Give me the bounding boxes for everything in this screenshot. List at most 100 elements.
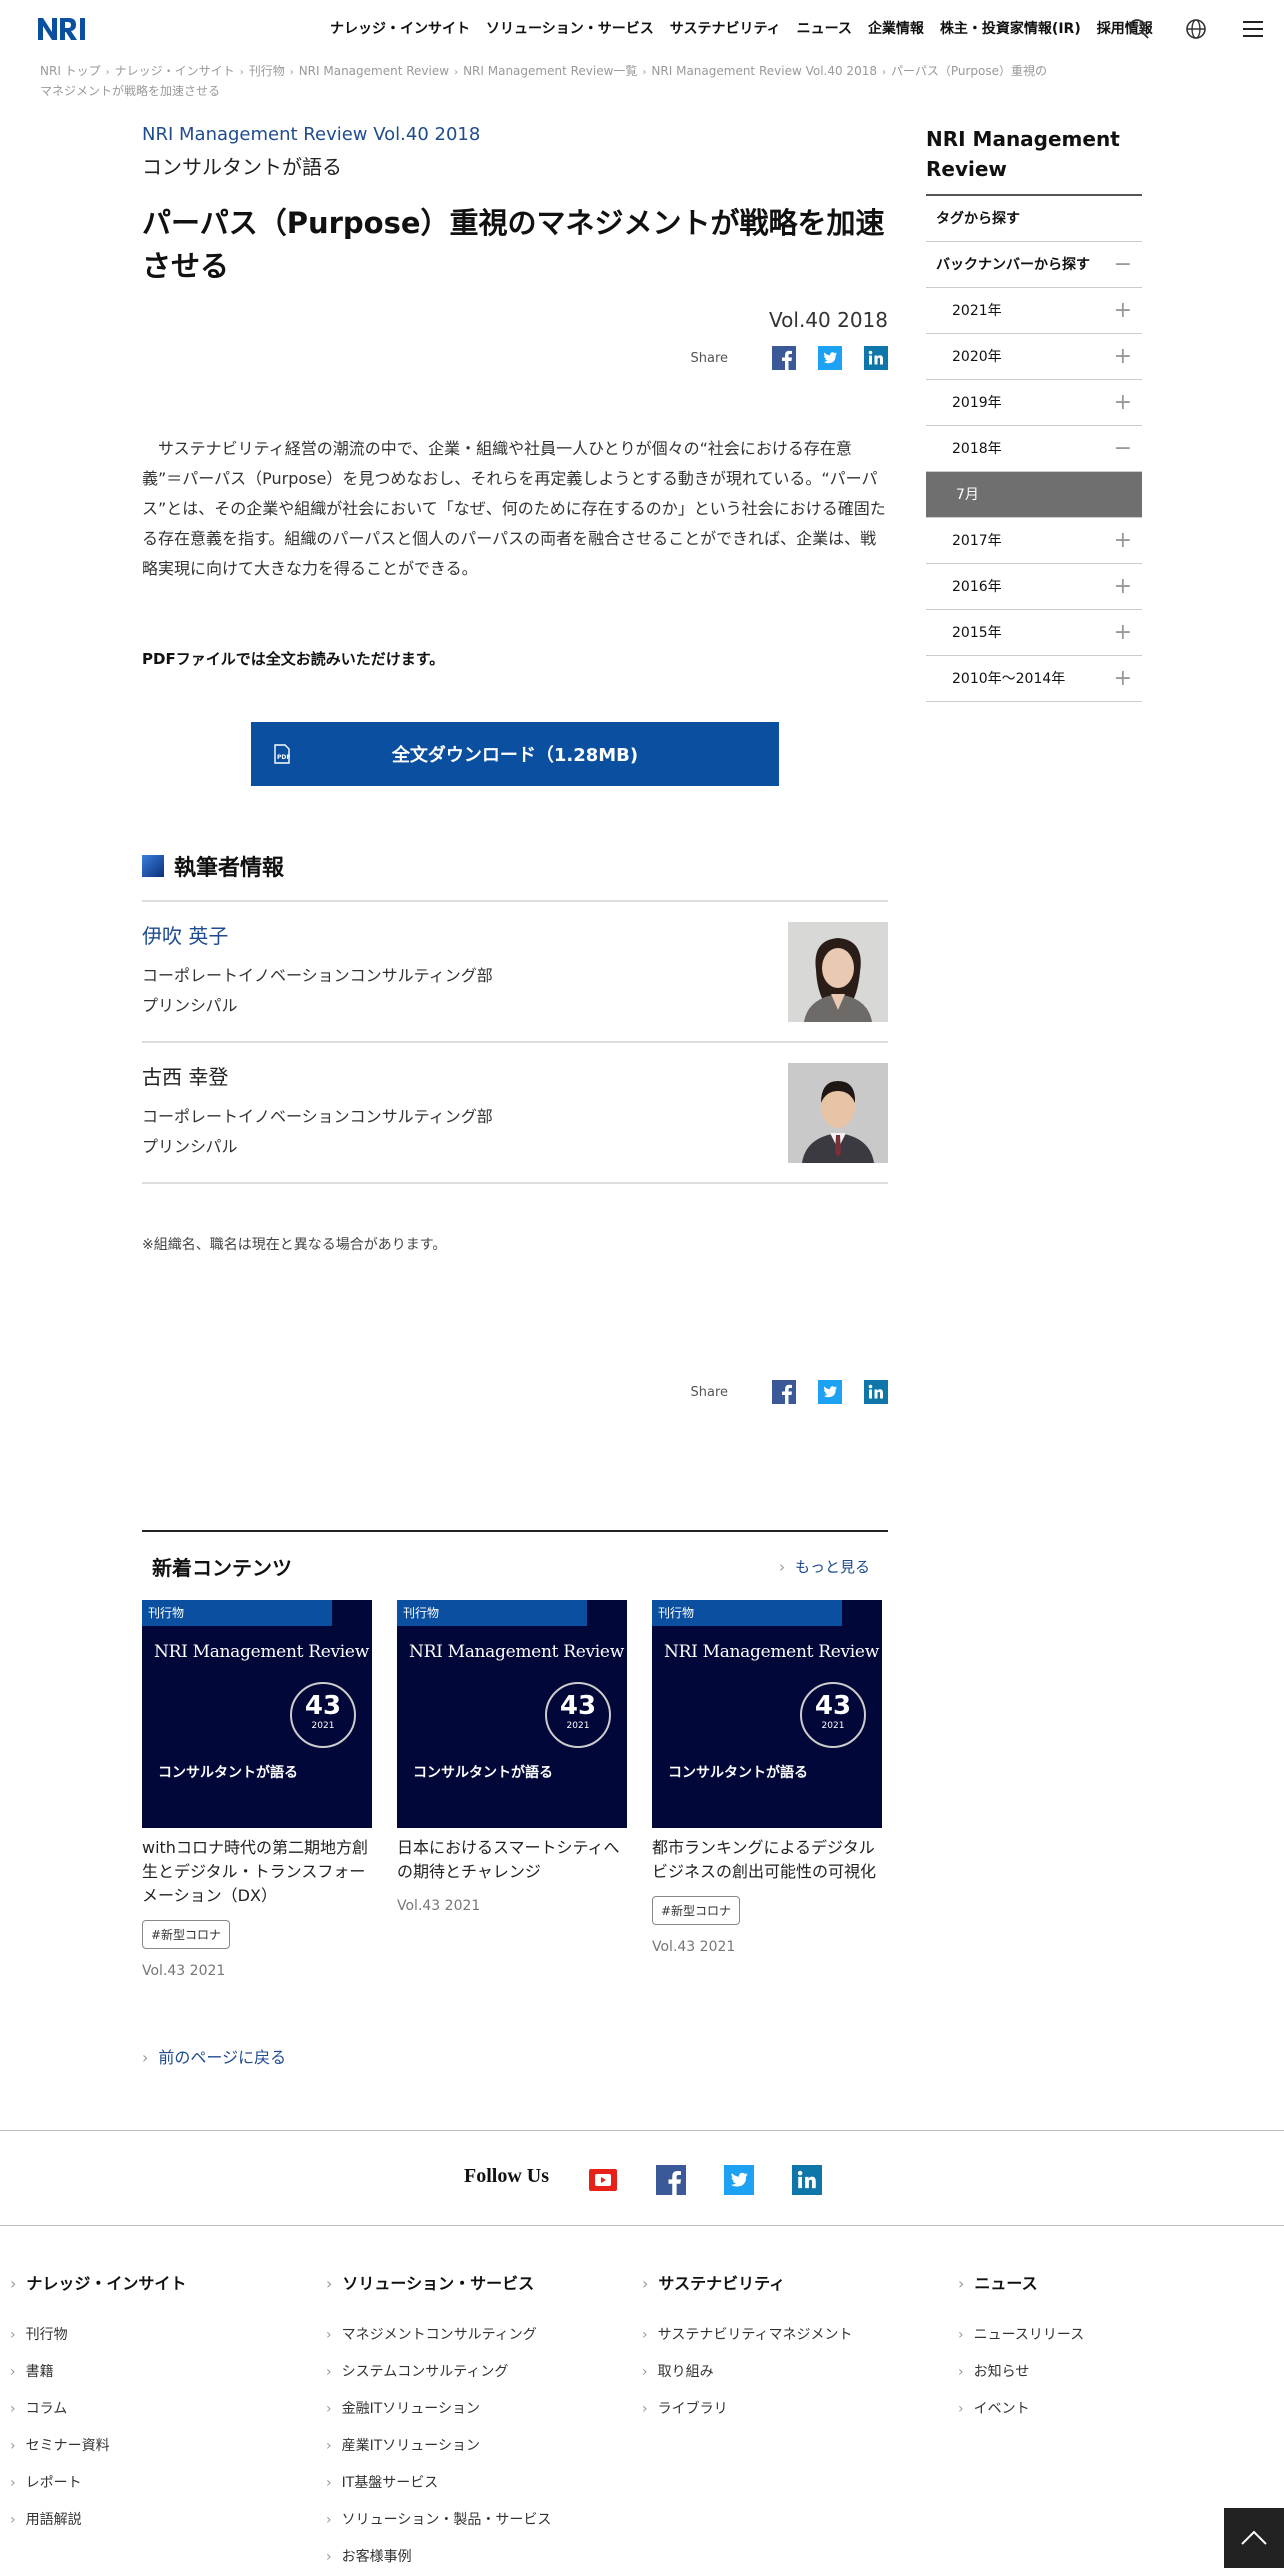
sidebar-year-2010-2014[interactable]: 2010年～2014年 + — [926, 656, 1142, 702]
footer-link[interactable]: 取り組み — [642, 2361, 942, 2398]
author-dept: コーポレートイノベーションコンサルティング部 — [142, 966, 493, 985]
footer-heading[interactable]: サステナビリティ — [642, 2270, 942, 2294]
footer-col-solutions: ソリューション・サービス マネジメントコンサルティング システムコンサルティング… — [326, 2270, 626, 2568]
footer-link[interactable]: 書籍 — [10, 2361, 310, 2398]
footer-link[interactable]: 用語解説 — [10, 2509, 310, 2546]
plus-icon: + — [1113, 666, 1132, 691]
facebook-icon[interactable] — [656, 2165, 686, 2195]
breadcrumb-home[interactable]: NRI トップ — [40, 64, 101, 78]
footer-link[interactable]: セミナー資料 — [10, 2435, 310, 2472]
card-title[interactable]: 都市ランキングによるデジタルビジネスの創出可能性の可視化 — [652, 1836, 882, 1884]
card-title[interactable]: 日本におけるスマートシティへの期待とチャレンジ — [397, 1836, 627, 1884]
breadcrumb: NRI トップ › ナレッジ・インサイト › 刊行物 › NRI Management Re… — [40, 64, 1048, 98]
footer-heading[interactable]: ナレッジ・インサイト — [10, 2270, 310, 2294]
footer-link[interactable]: コラム — [10, 2398, 310, 2435]
back-to-top-button[interactable] — [1224, 2508, 1284, 2568]
footer-link[interactable]: 産業ITソリューション — [326, 2435, 626, 2472]
footer-link[interactable]: ニュースリリース — [958, 2324, 1258, 2361]
article-kicker: NRI Management Review Vol.40 2018 — [142, 124, 481, 145]
sidebar-month-selected[interactable]: 7月 — [926, 472, 1142, 518]
author-name[interactable]: 伊吹 英子 — [142, 920, 228, 949]
content-card[interactable]: 刊行物 NRI Management Review 43 2021 コンサルタント… — [652, 1600, 882, 1955]
footer-link[interactable]: 刊行物 — [10, 2324, 310, 2361]
footer-link[interactable]: レポート — [10, 2472, 310, 2509]
content-card[interactable]: 刊行物 NRI Management Review 43 2021 コンサルタント… — [397, 1600, 627, 1914]
footer-link[interactable]: ソリューション・製品・サービス — [326, 2509, 626, 2546]
card-issue-badge: 43 2021 — [800, 1682, 866, 1748]
new-contents-heading: 新着コンテンツ — [152, 1556, 292, 1580]
sidebar-year-2015[interactable]: 2015年 + — [926, 610, 1142, 656]
card-volume: Vol.43 2021 — [397, 1898, 481, 1914]
twitter-icon[interactable] — [818, 1380, 842, 1404]
breadcrumb-knowledge[interactable]: ナレッジ・インサイト — [115, 64, 235, 78]
facebook-icon[interactable] — [772, 346, 796, 370]
card-title[interactable]: withコロナ時代の第二期地方創生とデジタル・トランスフォーメーション（DX） — [142, 1836, 372, 1908]
sidebar-year-2018[interactable]: 2018年 − — [926, 426, 1142, 472]
gnav-company[interactable]: 企業情報 — [868, 18, 924, 38]
author-item: 古西 幸登 コーポレートイノベーションコンサルティング部 プリンシパル — [142, 1043, 888, 1184]
plus-icon: + — [1113, 574, 1132, 599]
footer-link[interactable]: お客様事例 — [326, 2546, 626, 2568]
author-photo — [788, 1063, 888, 1163]
globe-icon[interactable] — [1183, 16, 1209, 42]
gnav-sustainability[interactable]: サステナビリティ — [670, 18, 781, 38]
sidebar-year-2017[interactable]: 2017年 + — [926, 518, 1142, 564]
menu-icon[interactable] — [1240, 16, 1266, 42]
global-nav: ナレッジ・インサイト ソリューション・サービス サステナビリティ ニュース 企業… — [330, 18, 1169, 38]
sidebar-year-2019[interactable]: 2019年 + — [926, 380, 1142, 426]
twitter-icon[interactable] — [818, 346, 842, 370]
footer-link[interactable]: お知らせ — [958, 2361, 1258, 2398]
footer-heading[interactable]: ニュース — [958, 2270, 1258, 2294]
gnav-news[interactable]: ニュース — [797, 18, 852, 38]
linkedin-icon[interactable] — [864, 346, 888, 370]
breadcrumb-nmr-list[interactable]: NRI Management Review一覧 — [463, 64, 637, 78]
twitter-icon[interactable] — [724, 2165, 754, 2195]
gnav-knowledge[interactable]: ナレッジ・インサイト — [330, 18, 470, 38]
footer-link[interactable]: マネジメントコンサルティング — [326, 2324, 626, 2361]
gnav-solutions[interactable]: ソリューション・サービス — [486, 18, 654, 38]
footer-heading[interactable]: ソリューション・サービス — [326, 2270, 626, 2294]
author-name: 古西 幸登 — [142, 1065, 229, 1089]
sidebar-year-2020[interactable]: 2020年 + — [926, 334, 1142, 380]
org-note: ※組織名、職名は現在と異なる場合があります。 — [142, 1237, 447, 1253]
gnav-ir[interactable]: 株主・投資家情報(IR) — [940, 18, 1081, 38]
download-label: 全文ダウンロード（1.28MB) — [391, 745, 639, 766]
search-icon[interactable] — [1126, 16, 1152, 42]
sidebar-backnumber[interactable]: バックナンバーから探す − — [926, 242, 1142, 288]
footer-col-knowledge: ナレッジ・インサイト 刊行物 書籍 コラム セミナー資料 レポート 用語解説 — [10, 2270, 310, 2546]
facebook-icon[interactable] — [772, 1380, 796, 1404]
footer-link[interactable]: イベント — [958, 2398, 1258, 2435]
site-header: ナレッジ・インサイト ソリューション・サービス サステナビリティ ニュース 企業… — [0, 0, 1284, 60]
footer-link[interactable]: 金融ITソリューション — [326, 2398, 626, 2435]
youtube-icon[interactable] — [588, 2165, 618, 2195]
footer-link[interactable]: サステナビリティマネジメント — [642, 2324, 942, 2361]
breadcrumb-vol40[interactable]: NRI Management Review Vol.40 2018 — [651, 64, 877, 78]
section-mark-icon — [142, 855, 164, 877]
card-thumbnail[interactable]: 刊行物 NRI Management Review 43 2021 コンサルタント… — [142, 1600, 372, 1828]
more-link[interactable]: もっと見る — [779, 1556, 870, 1577]
card-tag-badge[interactable]: #新型コロナ — [652, 1896, 741, 1925]
nri-logo[interactable] — [36, 14, 94, 42]
linkedin-icon[interactable] — [864, 1380, 888, 1404]
sidebar-tag-search[interactable]: タグから探す — [926, 196, 1142, 242]
content-card[interactable]: 刊行物 NRI Management Review 43 2021 コンサルタント… — [142, 1600, 372, 1979]
breadcrumb-publications[interactable]: 刊行物 — [249, 64, 285, 78]
footer-link[interactable]: システムコンサルティング — [326, 2361, 626, 2398]
linkedin-icon[interactable] — [792, 2165, 822, 2195]
card-tag-badge[interactable]: #新型コロナ — [142, 1920, 231, 1949]
download-pdf-button[interactable]: PDF 全文ダウンロード（1.28MB) — [251, 722, 779, 786]
breadcrumb-nmr[interactable]: NRI Management Review — [299, 64, 449, 78]
footer-link[interactable]: IT基盤サービス — [326, 2472, 626, 2509]
card-thumbnail[interactable]: 刊行物 NRI Management Review 43 2021 コンサルタント… — [652, 1600, 882, 1828]
footer-link[interactable]: ライブラリ — [642, 2398, 942, 2435]
author-list: 伊吹 英子 コーポレートイノベーションコンサルティング部 プリンシパル 古西 幸… — [142, 900, 888, 1184]
author-dept: コーポレートイノベーションコンサルティング部 — [142, 1107, 493, 1126]
sidebar-year-2016[interactable]: 2016年 + — [926, 564, 1142, 610]
share-bar-top: Share — [690, 346, 888, 370]
sidebar-year-2021[interactable]: 2021年 + — [926, 288, 1142, 334]
pdf-note: PDFファイルでは全文お読みいただけます。 — [142, 650, 445, 668]
back-link[interactable]: 前のページに戻る — [142, 2044, 286, 2068]
card-thumbnail[interactable]: 刊行物 NRI Management Review 43 2021 コンサルタント… — [397, 1600, 627, 1828]
author-photo — [788, 922, 888, 1022]
article: NRI Management Review Vol.40 2018 コンサルタン… — [142, 124, 888, 1404]
